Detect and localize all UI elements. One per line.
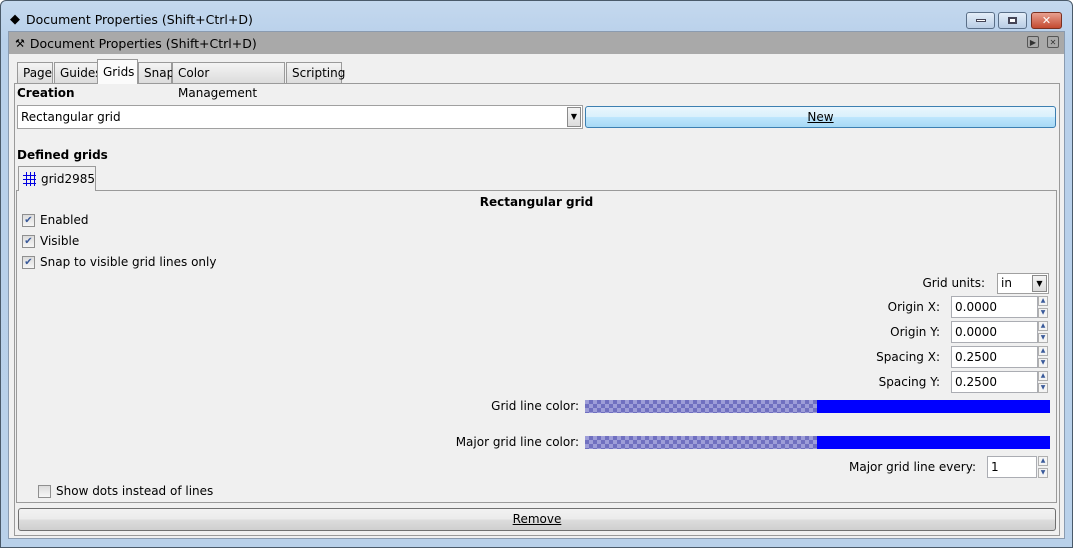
remove-grid-button[interactable]: Remove (18, 508, 1056, 531)
major-grid-line-every-input[interactable]: 1 (987, 456, 1037, 478)
grid-line-color-button[interactable] (585, 400, 1050, 413)
check-icon: ✔ (22, 213, 35, 227)
grid-settings-panel (16, 190, 1057, 503)
grid-tab-label: grid2985 (40, 172, 95, 186)
show-dots-checkbox[interactable]: Show dots instead of lines (38, 484, 213, 498)
close-button[interactable]: ✕ (1031, 12, 1062, 29)
origin-x-input[interactable]: 0.0000 (951, 296, 1038, 318)
show-dots-label: Show dots instead of lines (56, 484, 214, 498)
grid-panel-title: Rectangular grid (479, 195, 594, 209)
dock-title: Document Properties (Shift+Ctrl+D) (29, 35, 257, 51)
origin-y-input[interactable]: 0.0000 (951, 321, 1038, 343)
spacing-x-label: Spacing X: (876, 350, 940, 364)
check-icon: ✔ (22, 255, 35, 269)
close-icon: ✕ (1041, 14, 1052, 27)
major-grid-line-color-button[interactable] (585, 436, 1050, 449)
grid-units-label: Grid units: (922, 276, 985, 290)
minimize-icon (975, 19, 986, 22)
creation-heading: Creation (17, 86, 75, 100)
spacing-y-input[interactable]: 0.2500 (951, 371, 1038, 393)
spacing-y-spinner[interactable]: ▲ ▼ (1038, 371, 1048, 393)
visible-label: Visible (40, 234, 80, 248)
defined-grids-heading: Defined grids (17, 148, 108, 162)
tab-page[interactable]: Page (17, 62, 53, 83)
close-icon: ✕ (1049, 37, 1057, 47)
enabled-label: Enabled (40, 213, 89, 227)
grid-units-value: in (1001, 276, 1012, 290)
major-grid-line-every-label: Major grid line every: (849, 460, 976, 474)
maximize-button[interactable] (998, 12, 1027, 29)
inkscape-icon: ◆ (10, 11, 20, 27)
color-solid-preview (817, 436, 1050, 449)
dock-title-bar: ⚒ Document Properties (Shift+Ctrl+D) (9, 32, 1064, 54)
enabled-checkbox[interactable]: ✔ Enabled (22, 213, 89, 227)
origin-x-spinner[interactable]: ▲ ▼ (1038, 296, 1048, 318)
origin-y-spinner[interactable]: ▲ ▼ (1038, 321, 1048, 343)
checkbox-empty-icon (38, 484, 51, 498)
tab-grids[interactable]: Grids (97, 59, 138, 84)
dock-float-button[interactable]: ▶ (1027, 36, 1039, 48)
grid-type-value: Rectangular grid (21, 110, 121, 124)
snap-visible-label: Snap to visible grid lines only (40, 255, 217, 269)
document-properties-icon: ⚒ (15, 36, 25, 50)
visible-checkbox[interactable]: ✔ Visible (22, 234, 79, 248)
major-grid-line-color-label: Major grid line color: (455, 435, 579, 449)
tab-snap[interactable]: Snap (138, 62, 174, 83)
chevron-down-icon[interactable]: ▼ (1032, 275, 1047, 292)
snap-visible-checkbox[interactable]: ✔ Snap to visible grid lines only (22, 255, 216, 269)
window-title: Document Properties (Shift+Ctrl+D) (26, 11, 253, 27)
grid-units-select[interactable]: in ▼ (997, 273, 1049, 294)
major-grid-line-every-spinner[interactable]: ▲ ▼ (1038, 456, 1048, 478)
play-icon: ▶ (1029, 37, 1037, 47)
color-alpha-preview (585, 400, 817, 413)
grid-line-color-label: Grid line color: (491, 399, 579, 413)
chevron-down-icon[interactable]: ▼ (567, 107, 581, 127)
new-label: New (807, 110, 834, 124)
maximize-icon (1008, 17, 1017, 24)
title-bar: ◆ Document Properties (Shift+Ctrl+D) (10, 8, 253, 30)
minimize-button[interactable] (966, 12, 995, 29)
dock-close-button[interactable]: ✕ (1047, 36, 1059, 48)
tab-guides[interactable]: Guides (54, 62, 102, 83)
origin-x-label: Origin X: (887, 300, 940, 314)
check-icon: ✔ (22, 234, 35, 248)
tab-grid2985[interactable]: grid2985 (18, 166, 96, 191)
spacing-x-spinner[interactable]: ▲ ▼ (1038, 346, 1048, 368)
tab-color-management[interactable]: Color Management (172, 62, 285, 100)
remove-label: Remove (512, 512, 562, 526)
color-alpha-preview (585, 436, 817, 449)
tab-scripting[interactable]: Scripting (286, 62, 345, 83)
grid-icon (23, 172, 36, 186)
spacing-y-label: Spacing Y: (878, 375, 940, 389)
color-solid-preview (817, 400, 1050, 413)
new-grid-button[interactable]: New (585, 106, 1056, 128)
origin-y-label: Origin Y: (890, 325, 940, 339)
grid-type-select[interactable]: Rectangular grid ▼ (17, 105, 583, 129)
spacing-x-input[interactable]: 0.2500 (951, 346, 1038, 368)
